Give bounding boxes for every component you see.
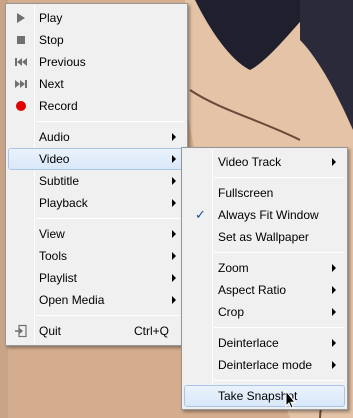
submenu-arrow-icon <box>172 155 176 163</box>
menu-item-label: Playback <box>39 196 88 210</box>
menu-item-next[interactable]: Next <box>8 73 185 95</box>
menu-item-label: Fullscreen <box>218 186 274 200</box>
menu-item-label: Always Fit Window <box>218 208 319 222</box>
menu-item-label: Crop <box>218 305 245 319</box>
menu-item-label: Set as Wallpaper <box>218 230 309 244</box>
menu-item-play[interactable]: Play <box>8 7 185 29</box>
quit-icon <box>15 324 27 338</box>
menu-separator <box>36 315 184 316</box>
previous-icon <box>15 58 27 66</box>
submenu-arrow-icon <box>172 177 176 185</box>
menu-item-label: Record <box>39 99 78 113</box>
stop-icon <box>17 36 25 44</box>
menu-item-label: Deinterlace <box>218 336 279 350</box>
menu-item-label: View <box>39 227 65 241</box>
record-icon <box>16 101 26 111</box>
submenu-item-deinterlace[interactable]: Deinterlace <box>184 332 345 354</box>
menu-item-label: Audio <box>39 130 70 144</box>
menu-item-label: Deinterlace mode <box>218 358 313 372</box>
submenu-item-deinterlace-mode[interactable]: Deinterlace mode <box>184 354 345 376</box>
menu-item-label: Play <box>39 11 63 25</box>
menu-item-previous[interactable]: Previous <box>8 51 185 73</box>
submenu-arrow-icon <box>332 339 336 347</box>
submenu-arrow-icon <box>332 308 336 316</box>
menu-item-shortcut: Ctrl+Q <box>133 324 169 338</box>
menu-item-label: Quit <box>39 324 62 338</box>
menu-item-label: Stop <box>39 33 64 47</box>
menu-item-label: Tools <box>39 249 68 263</box>
menu-item-label: Previous <box>39 55 86 69</box>
submenu-arrow-icon <box>172 133 176 141</box>
play-icon <box>17 13 25 23</box>
menu-item-quit[interactable]: Quit Ctrl+Q <box>8 320 185 342</box>
menu-item-subtitle[interactable]: Subtitle <box>8 170 185 192</box>
menu-separator <box>214 252 344 253</box>
submenu-arrow-icon <box>332 286 336 294</box>
submenu-item-video-track[interactable]: Video Track <box>184 151 345 173</box>
submenu-arrow-icon <box>172 252 176 260</box>
menu-item-label: Video <box>39 152 70 166</box>
submenu-item-crop[interactable]: Crop <box>184 301 345 323</box>
submenu-item-always-fit-window[interactable]: ✓ Always Fit Window <box>184 204 345 226</box>
submenu-arrow-icon <box>332 158 336 166</box>
submenu-arrow-icon <box>172 274 176 282</box>
menu-item-open-media[interactable]: Open Media <box>8 289 185 311</box>
submenu-item-set-as-wallpaper[interactable]: Set as Wallpaper <box>184 226 345 248</box>
video-submenu: Video Track Fullscreen ✓ Always Fit Wind… <box>181 147 348 410</box>
submenu-arrow-icon <box>332 264 336 272</box>
menu-item-label: Next <box>39 77 64 91</box>
submenu-item-fullscreen[interactable]: Fullscreen <box>184 182 345 204</box>
menu-item-label: Open Media <box>39 293 105 307</box>
menu-separator <box>214 177 344 178</box>
menu-item-label: Subtitle <box>39 174 80 188</box>
submenu-arrow-icon <box>332 361 336 369</box>
mouse-pointer-icon <box>285 390 297 409</box>
submenu-arrow-icon <box>172 296 176 304</box>
menu-item-stop[interactable]: Stop <box>8 29 185 51</box>
menu-item-view[interactable]: View <box>8 223 185 245</box>
menu-item-playlist[interactable]: Playlist <box>8 267 185 289</box>
menu-item-label: Zoom <box>218 261 249 275</box>
menu-separator <box>214 380 344 381</box>
menu-separator <box>214 327 344 328</box>
menu-item-label: Video Track <box>218 155 282 169</box>
submenu-item-zoom[interactable]: Zoom <box>184 257 345 279</box>
menu-item-playback[interactable]: Playback <box>8 192 185 214</box>
checkmark-icon: ✓ <box>195 207 206 222</box>
menu-separator <box>36 121 184 122</box>
menu-separator <box>36 218 184 219</box>
menu-item-video[interactable]: Video <box>8 148 185 170</box>
menu-item-tools[interactable]: Tools <box>8 245 185 267</box>
submenu-item-take-snapshot[interactable]: Take Snapshot <box>184 385 345 407</box>
main-context-menu: Play Stop Previous Next Record Audio Vid… <box>5 3 188 346</box>
menu-item-audio[interactable]: Audio <box>8 126 185 148</box>
menu-item-record[interactable]: Record <box>8 95 185 117</box>
menu-item-label: Playlist <box>39 271 78 285</box>
submenu-item-aspect-ratio[interactable]: Aspect Ratio <box>184 279 345 301</box>
submenu-arrow-icon <box>172 230 176 238</box>
menu-item-label: Aspect Ratio <box>218 283 287 297</box>
submenu-arrow-icon <box>172 199 176 207</box>
next-icon <box>15 80 27 88</box>
